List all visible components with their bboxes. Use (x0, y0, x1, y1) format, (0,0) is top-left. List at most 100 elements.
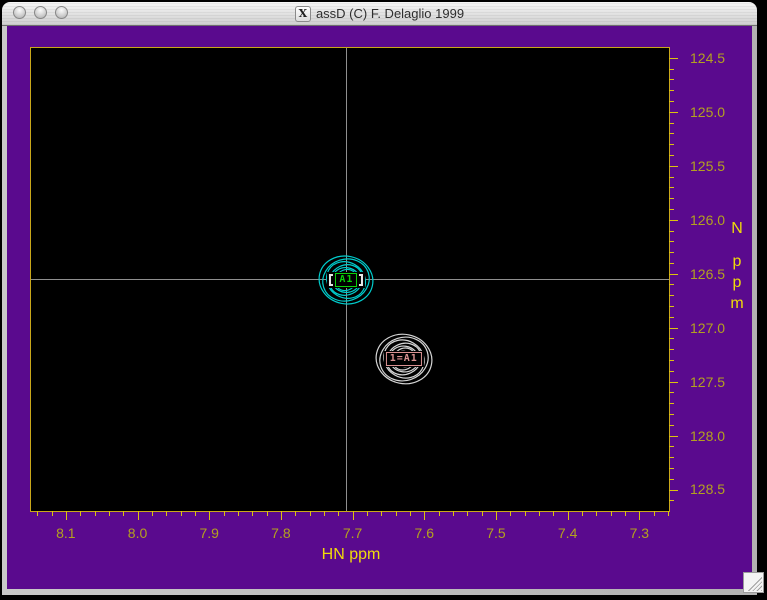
y-minor-tick (669, 306, 674, 307)
y-minor-tick (669, 187, 674, 188)
y-minor-tick (669, 79, 674, 80)
x-minor-tick (252, 511, 253, 516)
x-minor-tick (381, 511, 382, 516)
x-minor-tick (295, 511, 296, 516)
x-tick-label: 7.5 (486, 525, 505, 541)
y-major-tick (669, 328, 678, 329)
y-tick-label: 125.5 (690, 158, 725, 174)
x-minor-tick (467, 511, 468, 516)
y-minor-tick (669, 425, 674, 426)
y-minor-tick (669, 414, 674, 415)
y-minor-tick (669, 349, 674, 350)
x-major-tick (281, 511, 282, 520)
x-minor-tick (482, 511, 483, 516)
y-tick-label: 127.5 (690, 374, 725, 390)
y-axis-title-char: p (727, 272, 747, 293)
x-minor-tick (596, 511, 597, 516)
y-major-tick (669, 436, 678, 437)
window-controls (13, 6, 68, 19)
y-major-tick (669, 58, 678, 59)
x11-app-icon: X (295, 6, 311, 22)
y-tick-label: 128.5 (690, 481, 725, 497)
spectrum-plot-area[interactable]: A1 1=A1 (30, 47, 670, 512)
y-minor-tick (669, 295, 674, 296)
x-major-tick (568, 511, 569, 520)
selection-bracket-right (359, 274, 363, 286)
x-minor-tick (123, 511, 124, 516)
minimize-button[interactable] (34, 6, 47, 19)
y-minor-tick (669, 155, 674, 156)
x-minor-tick (324, 511, 325, 516)
x-minor-tick (338, 511, 339, 516)
peak-assignment-text: 1=A1 (386, 352, 422, 366)
x-tick-label: 7.3 (630, 525, 649, 541)
y-minor-tick (669, 198, 674, 199)
y-tick-label: 124.5 (690, 50, 725, 66)
y-major-tick (669, 382, 678, 383)
x-tick-label: 8.0 (128, 525, 147, 541)
x-minor-tick (195, 511, 196, 516)
x-axis-title: HN ppm (322, 546, 381, 564)
x-minor-tick (611, 511, 612, 516)
x-minor-tick (166, 511, 167, 516)
x-minor-tick (267, 511, 268, 516)
x-minor-tick (654, 511, 655, 516)
y-minor-tick (669, 446, 674, 447)
x-minor-tick (152, 511, 153, 516)
y-minor-tick (669, 360, 674, 361)
x-minor-tick (396, 511, 397, 516)
x-minor-tick (668, 511, 669, 516)
y-minor-tick (669, 101, 674, 102)
x-major-tick (66, 511, 67, 520)
x-major-tick (209, 511, 210, 520)
x-minor-tick (625, 511, 626, 516)
x-major-tick (496, 511, 497, 520)
titlebar[interactable]: X assD (C) F. Delaglio 1999 (2, 2, 757, 26)
y-major-tick (669, 274, 678, 275)
y-minor-tick (669, 371, 674, 372)
y-tick-label: 125.0 (690, 104, 725, 120)
peak-assignment-text: A1 (335, 273, 357, 287)
y-minor-tick (669, 133, 674, 134)
peak-1-a1-label[interactable]: 1=A1 (384, 351, 424, 367)
y-axis-title-char: p (727, 251, 747, 272)
x-minor-tick (582, 511, 583, 516)
x-minor-tick (453, 511, 454, 516)
y-minor-tick (669, 284, 674, 285)
x-minor-tick (539, 511, 540, 516)
y-minor-tick (669, 252, 674, 253)
x-major-tick (639, 511, 640, 520)
x-minor-tick (410, 511, 411, 516)
y-minor-tick (669, 457, 674, 458)
y-minor-tick (669, 209, 674, 210)
x-minor-tick (181, 511, 182, 516)
x-minor-tick (310, 511, 311, 516)
y-axis-title-char: m (727, 293, 747, 314)
y-minor-tick (669, 263, 674, 264)
title-group: X assD (C) F. Delaglio 1999 (295, 6, 464, 22)
x-major-tick (138, 511, 139, 520)
zoom-button[interactable] (55, 6, 68, 19)
y-minor-tick (669, 144, 674, 145)
window-title: assD (C) F. Delaglio 1999 (316, 6, 464, 21)
y-minor-tick (669, 69, 674, 70)
y-tick-label: 128.0 (690, 428, 725, 444)
peak-a1-label[interactable]: A1 (327, 272, 365, 288)
x-minor-tick (367, 511, 368, 516)
y-minor-tick (669, 123, 674, 124)
x-minor-tick (510, 511, 511, 516)
y-major-tick (669, 166, 678, 167)
y-minor-tick (669, 231, 674, 232)
x-tick-label: 8.1 (56, 525, 75, 541)
close-button[interactable] (13, 6, 26, 19)
y-minor-tick (669, 479, 674, 480)
y-axis-title-char: N (727, 218, 747, 239)
x-minor-tick (238, 511, 239, 516)
y-minor-tick (669, 338, 674, 339)
x-minor-tick (439, 511, 440, 516)
x-minor-tick (37, 511, 38, 516)
x-minor-tick (525, 511, 526, 516)
resize-grip[interactable] (743, 572, 764, 593)
y-tick-label: 127.0 (690, 320, 725, 336)
y-minor-tick (669, 468, 674, 469)
